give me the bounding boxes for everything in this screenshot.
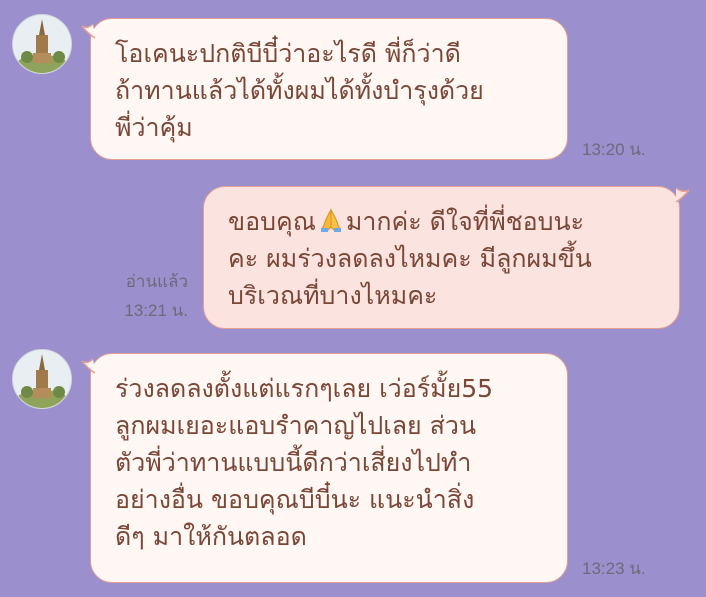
message-timestamp: 13:20 น.	[582, 140, 646, 159]
incoming-message-bubble[interactable]: ร่วงลดลงตั้งแต่แรกๆเลย เว่อร์มั้ย55 ลูกผ…	[90, 353, 568, 583]
message-timestamp: 13:23 น.	[582, 559, 646, 578]
bubble-tail	[81, 23, 96, 39]
message-line: ลูกผมเยอะแอบรำคาญไปเลย ส่วน	[115, 411, 477, 440]
message-line: ดีๆ มาให้กันตลอด	[115, 522, 307, 551]
message-text: มากค่ะ ดีใจที่พี่ชอบนะ	[345, 207, 585, 236]
message-line: ตัวพี่ว่าทานแบบนี้ดีกว่าเสี่ยงไปทำ	[115, 448, 472, 477]
message-line: อย่างอื่น ขอบคุณบีบี๋นะ แนะนำสิ่ง	[115, 485, 475, 514]
message-line: โอเคนะปกติบีบี๋ว่าอะไรดี พี่ก็ว่าดี	[115, 39, 461, 68]
message-line: พี่ว่าคุ้ม	[115, 113, 193, 142]
message-line: ถ้าทานแล้วได้ทั้งผมได้ทั้งบำรุงด้วย	[115, 76, 484, 105]
folded-hands-icon	[320, 208, 341, 232]
message-text: ขอบคุณ	[228, 207, 316, 236]
message-timestamp: 13:21 น.	[124, 301, 188, 320]
contact-avatar[interactable]	[12, 14, 72, 74]
bubble-tail	[81, 358, 96, 374]
bubble-tail	[675, 187, 690, 203]
outgoing-message-bubble[interactable]: ขอบคุณ มากค่ะ ดีใจที่พี่ชอบนะ คะ ผมร่วงล…	[203, 186, 680, 329]
contact-avatar[interactable]	[12, 349, 72, 409]
message-line: คะ ผมร่วงลดลงไหมคะ มีลูกผมขึ้น	[228, 244, 592, 273]
message-line: บริเวณที่บางไหมคะ	[228, 281, 438, 310]
pagoda-photo-icon	[13, 15, 71, 73]
message-line: ขอบคุณ มากค่ะ ดีใจที่พี่ชอบนะ	[228, 203, 659, 240]
read-receipt: อ่านแล้ว 13:21 น.	[104, 270, 188, 323]
pagoda-photo-icon	[13, 350, 71, 408]
read-label: อ่านแล้ว	[125, 272, 188, 291]
message-line: ร่วงลดลงตั้งแต่แรกๆเลย เว่อร์มั้ย55	[115, 374, 494, 403]
incoming-message-bubble[interactable]: โอเคนะปกติบีบี๋ว่าอะไรดี พี่ก็ว่าดี ถ้าท…	[90, 18, 568, 160]
